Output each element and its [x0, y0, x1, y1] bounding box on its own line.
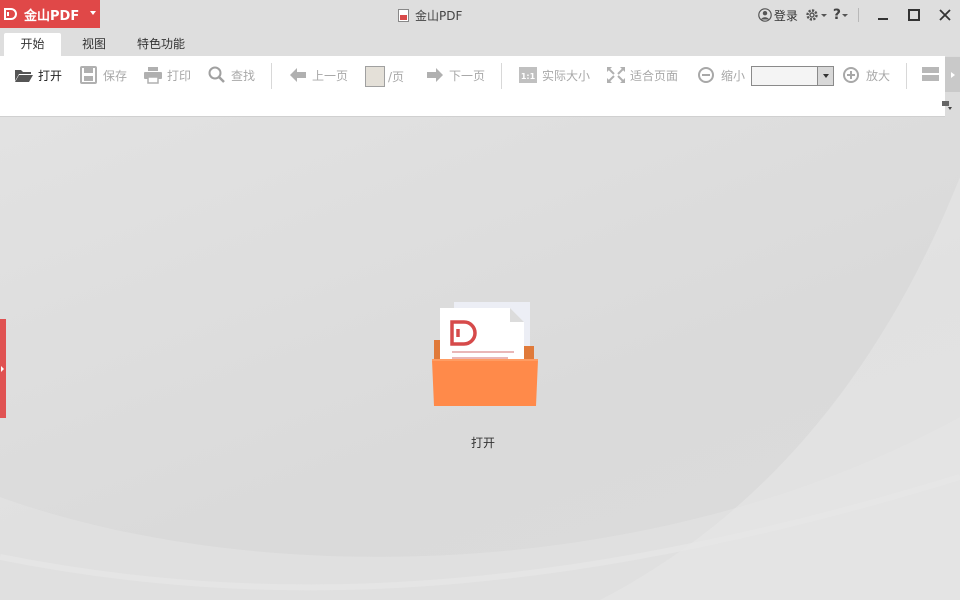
chevron-down-icon: [90, 11, 96, 15]
close-button[interactable]: [929, 0, 960, 30]
window-title-text: 金山PDF: [415, 9, 463, 23]
floppy-icon: [80, 66, 97, 84]
find-button[interactable]: 查找: [207, 65, 255, 85]
ribbon-collapse-icon[interactable]: [941, 99, 953, 111]
arrow-left-icon: [290, 68, 306, 82]
chevron-down-icon: [842, 13, 848, 17]
zoom-out-icon: [698, 67, 714, 83]
app-name: 金山PDF: [24, 8, 80, 24]
printer-icon: [144, 67, 162, 84]
maximize-button[interactable]: [898, 0, 929, 30]
settings-button[interactable]: [804, 7, 827, 23]
title-controls: 登录 ?: [758, 0, 960, 30]
next-page-label: 下一页: [449, 68, 486, 83]
page-number-input[interactable]: [365, 66, 385, 87]
open-button[interactable]: 打开: [14, 65, 62, 85]
user-icon: [758, 8, 772, 22]
fit-arrows-icon: [607, 67, 625, 83]
find-label: 查找: [231, 68, 256, 83]
open-file-label: 打开: [470, 436, 495, 450]
open-label: 打开: [38, 68, 63, 83]
one-to-one-icon: 1:1: [519, 67, 537, 83]
gear-icon: [806, 9, 818, 21]
chevron-down-icon: [820, 13, 827, 17]
prev-page-label: 上一页: [312, 68, 349, 83]
title-divider: [858, 8, 859, 22]
folder-open-icon: [15, 70, 33, 82]
save-label: 保存: [103, 68, 128, 83]
ribbon-tabs: 开始 视图 特色功能: [0, 30, 960, 56]
toolbar-divider: [271, 63, 272, 89]
actual-size-label: 实际大小: [542, 68, 591, 83]
folder-open-icon: [432, 302, 538, 406]
fit-page-label: 适合页面: [630, 68, 679, 83]
arrow-right-icon: [427, 68, 443, 82]
tab-special-features[interactable]: 特色功能: [128, 33, 194, 56]
minimize-button[interactable]: [867, 0, 898, 30]
zoom-out-label: 缩小: [721, 68, 746, 83]
ribbon-scroll-right[interactable]: [945, 57, 960, 92]
zoom-in-button[interactable]: 放大: [842, 65, 890, 85]
zoom-select[interactable]: [751, 66, 834, 86]
actual-size-button[interactable]: 1:1 实际大小: [518, 65, 590, 85]
tab-view[interactable]: 视图: [72, 33, 116, 56]
print-button[interactable]: 打印: [143, 65, 191, 85]
help-button[interactable]: ?: [833, 7, 848, 23]
close-icon: [938, 9, 951, 21]
sidebar-toggle[interactable]: [0, 319, 6, 418]
prev-page-button[interactable]: 上一页: [288, 65, 348, 85]
layout-icon[interactable]: [921, 64, 943, 86]
zoom-in-icon: [843, 67, 859, 83]
save-button[interactable]: 保存: [79, 65, 127, 85]
minimize-icon: [877, 18, 888, 20]
login-button[interactable]: 登录: [758, 7, 798, 24]
window-title: 金山PDF: [398, 7, 462, 24]
print-label: 打印: [167, 68, 192, 83]
fit-page-button[interactable]: 适合页面: [606, 65, 678, 85]
maximize-icon: [907, 9, 920, 21]
toolbar-divider: [501, 63, 502, 89]
toolbar-divider: [906, 63, 907, 89]
zoom-out-button[interactable]: 缩小: [697, 65, 745, 85]
login-label: 登录: [773, 8, 798, 23]
next-page-button[interactable]: 下一页: [425, 65, 485, 85]
page-suffix: /页: [388, 70, 405, 84]
magnifier-icon: [208, 66, 225, 83]
open-file-area[interactable]: 打开: [428, 300, 538, 455]
ribbon-toolbar: 打开 保存 打印 查找 上一页 /页 下一页 1:1 实际大小 适合页面 缩小 …: [0, 56, 945, 117]
app-logo-icon: [4, 8, 17, 20]
zoom-in-label: 放大: [866, 68, 891, 83]
tab-start[interactable]: 开始: [4, 33, 61, 56]
chevron-down-icon[interactable]: [817, 67, 833, 85]
app-menu-button[interactable]: 金山PDF: [0, 0, 100, 28]
title-bar: 金山PDF 金山PDF 登录 ?: [0, 0, 960, 30]
help-icon: ?: [832, 7, 841, 23]
pdf-document-icon: [398, 9, 409, 22]
svg-text:1:1: 1:1: [521, 72, 536, 81]
